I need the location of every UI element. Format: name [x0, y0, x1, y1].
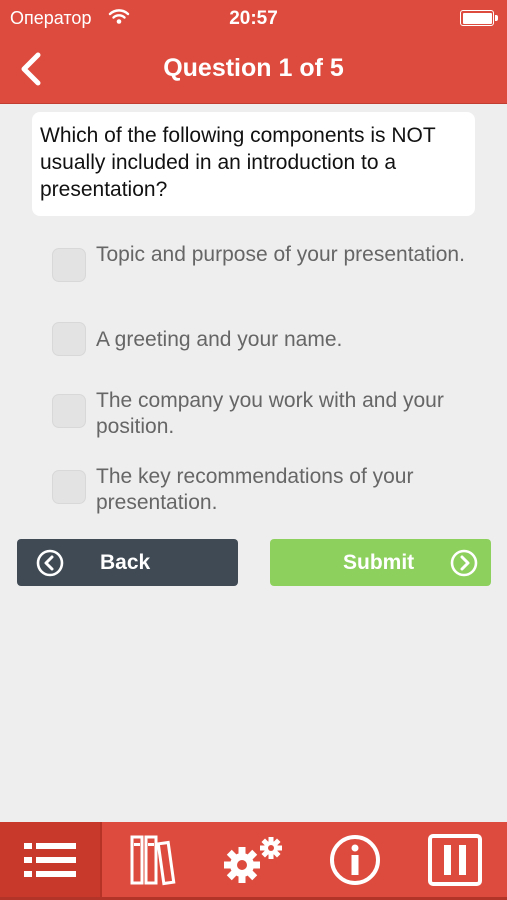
tab-pause[interactable] — [405, 822, 505, 897]
submit-button-label: Submit — [343, 551, 415, 574]
checkbox[interactable] — [52, 248, 86, 282]
option-label: The company you work with and your posit… — [96, 389, 444, 438]
tab-list[interactable] — [0, 822, 102, 897]
answer-option-1[interactable]: Topic and purpose of your presentation. — [50, 242, 480, 296]
tab-info[interactable] — [305, 822, 405, 897]
circle-chevron-right-icon — [450, 549, 478, 577]
answer-option-2[interactable]: A greeting and your name. — [50, 322, 480, 357]
answer-option-3[interactable]: The company you work with and your posit… — [50, 388, 480, 442]
answer-option-4[interactable]: The key recommendations of your presenta… — [50, 464, 480, 518]
question-text: Which of the following components is NOT… — [40, 124, 436, 201]
circle-chevron-left-icon — [36, 549, 64, 577]
back-button-label: Back — [100, 551, 151, 574]
option-label: Topic and purpose of your presentation. — [96, 243, 465, 266]
checkbox[interactable] — [52, 322, 86, 356]
status-time: 20:57 — [229, 8, 278, 29]
option-label: A greeting and your name. — [96, 328, 343, 351]
checkbox[interactable] — [52, 394, 86, 428]
gears-icon — [224, 836, 282, 883]
question-card: Which of the following components is NOT… — [32, 112, 475, 216]
list-icon — [24, 842, 76, 877]
books-icon — [130, 835, 176, 885]
info-icon — [330, 834, 380, 885]
tab-bar — [0, 822, 507, 900]
status-bar: Оператор 20:57 — [0, 0, 507, 36]
submit-button[interactable]: Submit — [270, 539, 491, 586]
battery-icon — [460, 10, 498, 26]
checkbox[interactable] — [52, 470, 86, 504]
page-title: Question 1 of 5 — [163, 54, 344, 82]
tab-settings[interactable] — [205, 822, 305, 897]
tab-library[interactable] — [105, 822, 205, 897]
option-label: The key recommendations of your presenta… — [96, 465, 414, 514]
header-bar: Оператор 20:57 Question 1 of 5 — [0, 0, 507, 104]
pause-icon — [428, 833, 482, 886]
back-button[interactable]: Back — [17, 539, 238, 586]
